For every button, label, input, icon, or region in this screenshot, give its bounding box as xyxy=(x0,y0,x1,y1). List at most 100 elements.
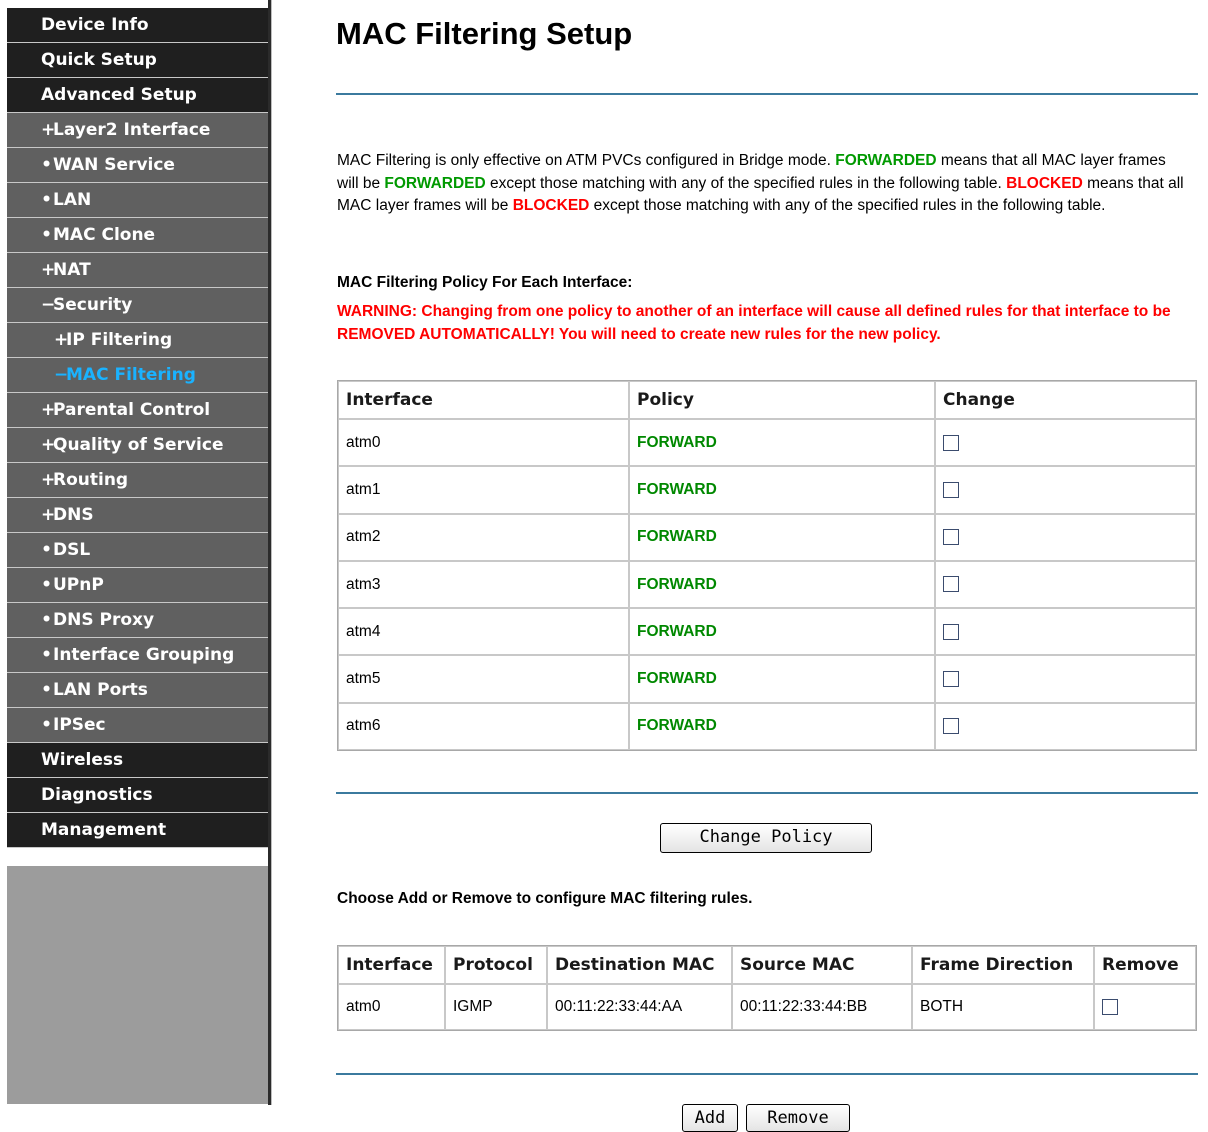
sidebar-item-interface-grouping[interactable]: •Interface Grouping xyxy=(7,638,268,673)
change-checkbox[interactable] xyxy=(943,481,959,498)
table-row: atm2 FORWARD xyxy=(338,513,1196,561)
sidebar-item-wireless[interactable]: Wireless xyxy=(7,743,268,778)
sidebar-item-label: IPSec xyxy=(53,715,106,735)
sidebar-item-label: Security xyxy=(53,295,133,315)
sidebar-item-dns-proxy[interactable]: •DNS Proxy xyxy=(7,603,268,638)
change-cell xyxy=(935,608,1196,656)
table-header-row: Interface Protocol Destination MAC Sourc… xyxy=(338,946,1196,984)
table-row: atm0 FORWARD xyxy=(338,419,1196,467)
policy-cell: FORWARD xyxy=(629,655,935,703)
sidebar-item-label: Management xyxy=(41,820,167,840)
sidebar-item-label: Interface Grouping xyxy=(53,645,235,665)
sidebar-item-marker: + xyxy=(54,330,69,350)
sidebar-item-advanced-setup[interactable]: Advanced Setup xyxy=(7,78,268,113)
sidebar-item-routing[interactable]: +Routing xyxy=(7,463,268,498)
sidebar-item-quality-of-service[interactable]: +Quality of Service xyxy=(7,428,268,463)
remove-cell xyxy=(1094,984,1196,1030)
interface-cell: atm5 xyxy=(338,655,629,703)
column-header: Destination MAC xyxy=(547,946,732,984)
sidebar-item-marker: − xyxy=(54,365,69,385)
interface-cell: atm2 xyxy=(338,513,629,561)
sidebar-item-marker: + xyxy=(41,260,56,280)
policy-table: Interface Policy Change atm0 FORWARD atm1 F… xyxy=(337,380,1197,752)
column-header: Interface xyxy=(338,946,445,984)
sidebar-item-label: LAN xyxy=(53,190,92,210)
sidebar-item-ip-filtering[interactable]: +IP Filtering xyxy=(7,323,268,358)
sidebar-item-parental-control[interactable]: +Parental Control xyxy=(7,393,268,428)
table-row: atm0 IGMP 00:11:22:33:44:AA 00:11:22:33:44:… xyxy=(338,984,1196,1030)
sidebar-item-marker: • xyxy=(41,715,52,735)
interface-cell: atm6 xyxy=(338,702,629,751)
forwarded-keyword: FORWARDED xyxy=(835,152,937,169)
interface-cell: atm4 xyxy=(338,608,629,656)
sidebar-item-mac-clone[interactable]: •MAC Clone xyxy=(7,218,268,253)
sidebar-item-marker: − xyxy=(41,295,56,315)
sidebar-item-label: Layer2 Interface xyxy=(53,120,211,140)
sidebar-item-lan-ports[interactable]: •LAN Ports xyxy=(7,673,268,708)
sidebar-item-marker: • xyxy=(41,225,52,245)
change-checkbox[interactable] xyxy=(943,623,959,640)
sidebar-item-label: Quality of Service xyxy=(53,435,224,455)
column-header: Remove xyxy=(1094,946,1196,984)
sidebar-item-mac-filtering[interactable]: −MAC Filtering xyxy=(7,358,268,393)
sidebar-item-device-info[interactable]: Device Info xyxy=(7,8,268,43)
source-mac-cell: 00:11:22:33:44:BB xyxy=(732,984,912,1030)
sidebar-item-ipsec[interactable]: •IPSec xyxy=(7,708,268,743)
divider xyxy=(336,1073,1198,1075)
intro-text: MAC Filtering is only effective on ATM P… xyxy=(337,150,1187,218)
forwarded-keyword: FORWARDED xyxy=(384,174,486,192)
intro-text-part: except those matching with any of the sp… xyxy=(593,197,1106,214)
intro-text-part: MAC Filtering is only effective on ATM P… xyxy=(337,152,831,169)
sidebar-item-security[interactable]: −Security xyxy=(7,288,268,323)
change-cell xyxy=(935,513,1196,561)
sidebar-item-wan-service[interactable]: •WAN Service xyxy=(7,148,268,183)
change-cell xyxy=(935,560,1196,609)
sidebar-item-diagnostics[interactable]: Diagnostics xyxy=(7,778,268,813)
policy-cell: FORWARD xyxy=(629,560,935,609)
change-checkbox[interactable] xyxy=(943,718,959,735)
sidebar-item-label: Device Info xyxy=(41,15,149,35)
table-row: atm3 FORWARD xyxy=(338,560,1196,609)
sidebar-item-marker: + xyxy=(41,120,56,140)
sidebar-divider-highlight xyxy=(271,0,272,1105)
interface-cell: atm0 xyxy=(338,419,629,467)
divider xyxy=(336,792,1198,794)
change-cell xyxy=(935,466,1196,514)
frame-direction-cell: BOTH xyxy=(912,984,1094,1030)
table-row: atm5 FORWARD xyxy=(338,655,1196,703)
policy-heading: MAC Filtering Policy For Each Interface: xyxy=(337,274,633,291)
change-policy-button[interactable]: Change Policy xyxy=(660,823,872,853)
column-header: Interface xyxy=(338,381,629,419)
sidebar: Device Info Quick Setup Advanced Setup +Lay… xyxy=(0,0,276,1131)
sidebar-item-dns[interactable]: +DNS xyxy=(7,498,268,533)
sidebar-item-management[interactable]: Management xyxy=(7,813,268,848)
policy-warning: WARNING: Changing from one policy to ano… xyxy=(337,303,1171,343)
interface-cell: atm3 xyxy=(338,560,629,609)
sidebar-item-label: LAN Ports xyxy=(53,680,148,700)
sidebar-item-nat[interactable]: +NAT xyxy=(7,253,268,288)
divider xyxy=(336,93,1198,95)
add-button[interactable]: Add xyxy=(682,1104,738,1132)
change-checkbox[interactable] xyxy=(943,671,959,688)
sidebar-item-lan[interactable]: •LAN xyxy=(7,183,268,218)
policy-cell: FORWARD xyxy=(629,702,935,751)
blocked-keyword: BLOCKED xyxy=(1006,174,1083,192)
blocked-keyword: BLOCKED xyxy=(512,197,590,214)
policy-cell: FORWARD xyxy=(629,466,935,514)
sidebar-item-label: Parental Control xyxy=(53,400,211,420)
sidebar-item-layer2-interface[interactable]: +Layer2 Interface xyxy=(7,113,268,148)
sidebar-item-marker: • xyxy=(41,540,52,560)
change-checkbox[interactable] xyxy=(943,529,959,546)
remove-button[interactable]: Remove xyxy=(746,1104,850,1132)
sidebar-item-label: DSL xyxy=(53,540,91,560)
sidebar-item-quick-setup[interactable]: Quick Setup xyxy=(7,43,268,78)
rules-heading: Choose Add or Remove to configure MAC fi… xyxy=(337,890,753,907)
change-checkbox[interactable] xyxy=(943,576,959,593)
sidebar-item-upnp[interactable]: •UPnP xyxy=(7,568,268,603)
remove-checkbox[interactable] xyxy=(1102,998,1118,1015)
sidebar-item-marker: + xyxy=(41,400,56,420)
change-checkbox[interactable] xyxy=(943,434,959,451)
sidebar-item-label: Wireless xyxy=(41,750,124,770)
sidebar-item-dsl[interactable]: •DSL xyxy=(7,533,268,568)
sidebar-item-marker: + xyxy=(41,435,56,455)
